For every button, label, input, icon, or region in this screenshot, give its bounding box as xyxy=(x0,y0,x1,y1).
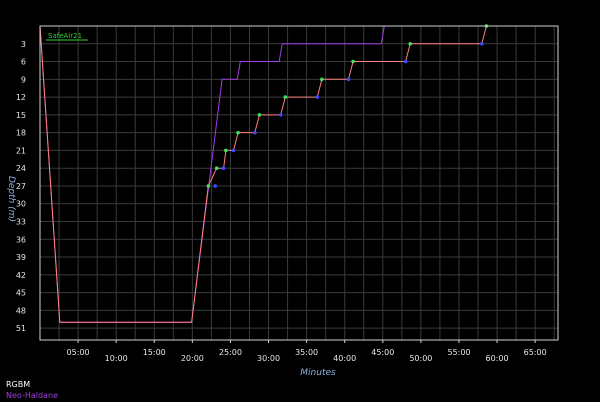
x-tick-label: 25:00 xyxy=(219,348,242,357)
x-axis-title: Minutes xyxy=(300,368,336,378)
rgbm-green-marker xyxy=(214,166,219,170)
rgbm-blue-marker xyxy=(315,95,320,99)
y-tick-label: 18 xyxy=(16,129,26,138)
rgbm-blue-marker xyxy=(253,130,257,135)
rgbm-blue-marker xyxy=(221,166,226,170)
x-tick-label: 45:00 xyxy=(371,348,394,357)
x-tick-label: 40:00 xyxy=(333,354,356,363)
y-tick-label: 48 xyxy=(16,306,26,315)
rgbm-green-marker xyxy=(351,59,355,64)
rgbm-green-marker xyxy=(236,130,240,135)
y-tick-label: 42 xyxy=(16,271,26,280)
x-tick-label: 20:00 xyxy=(181,354,204,363)
rgbm-green-marker xyxy=(283,95,288,99)
y-tick-label: 51 xyxy=(16,324,26,333)
rgbm-blue-marker xyxy=(278,113,283,117)
rgbm-blue-marker xyxy=(480,41,484,46)
x-tick-label: 35:00 xyxy=(295,348,318,357)
y-tick-label: 27 xyxy=(16,182,26,191)
y-tick-label: 21 xyxy=(16,146,26,155)
y-tick-label: 45 xyxy=(16,289,26,298)
inline-legend: SafeAir21 xyxy=(46,32,88,41)
rgbm-blue-marker xyxy=(231,148,236,153)
rgbm-blue-marker xyxy=(346,77,351,82)
rgbm-green-marker xyxy=(206,184,211,188)
y-tick-label: 24 xyxy=(16,164,26,173)
x-tick-label: 50:00 xyxy=(409,354,432,363)
y-axis-title: Depth (m) xyxy=(6,176,16,222)
y-tick-label: 6 xyxy=(21,58,26,67)
chart-background xyxy=(0,0,600,402)
rgbm-green-marker xyxy=(320,77,324,82)
y-tick-label: 15 xyxy=(16,111,26,120)
x-tick-label: 30:00 xyxy=(257,354,280,363)
x-tick-label: 10:00 xyxy=(105,354,128,363)
rgbm-green-marker xyxy=(257,113,262,117)
x-tick-label: 15:00 xyxy=(143,348,166,357)
x-tick-label: 65:00 xyxy=(524,348,547,357)
y-tick-label: 9 xyxy=(21,75,26,84)
inline-legend-label: SafeAir21 xyxy=(48,32,82,40)
x-tick-label: 05:00 xyxy=(67,348,90,357)
legend-rgbm: RGBM xyxy=(6,380,31,389)
rgbm-green-marker xyxy=(224,148,228,153)
y-tick-label: 12 xyxy=(16,93,26,102)
y-tick-label: 39 xyxy=(16,253,26,262)
rgbm-blue-marker xyxy=(213,184,218,188)
y-tick-label: 36 xyxy=(16,235,26,244)
rgbm-blue-marker xyxy=(403,59,408,64)
x-tick-label: 55:00 xyxy=(447,348,470,357)
legend-neo-haldane: Neo-Haldane xyxy=(6,391,58,400)
y-tick-label: 3 xyxy=(21,40,26,49)
rgbm-green-marker xyxy=(408,41,413,46)
y-tick-label: 30 xyxy=(16,200,26,209)
x-tick-label: 60:00 xyxy=(486,354,509,363)
y-tick-label: 33 xyxy=(16,218,26,227)
dive-profile-chart: 05:00 10:00 15:00 20:00 25:00 30:00 35:00 40:00… xyxy=(0,0,600,402)
